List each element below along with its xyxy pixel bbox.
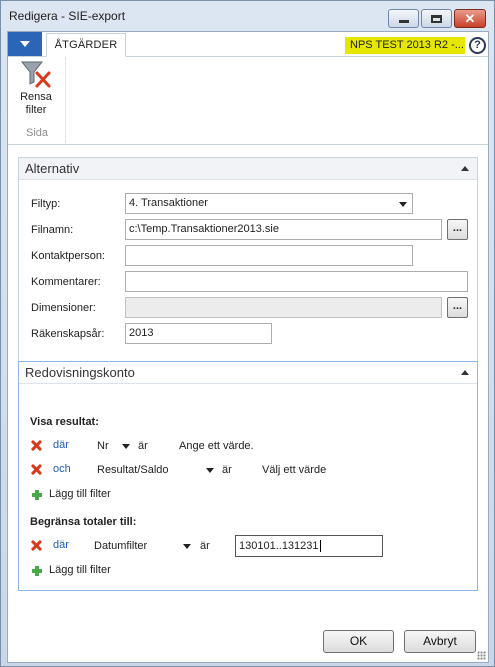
application-menu-button[interactable] [8, 32, 42, 56]
fasttab-redovisningskonto-header[interactable]: Redovisningskonto [19, 362, 477, 384]
filnamn-browse-button[interactable]: ... [447, 219, 468, 240]
kommentarer-label: Kommentarer: [31, 276, 101, 288]
filter-conjunction: där [53, 539, 69, 551]
tab-atgarder[interactable]: ÅTGÄRDER [46, 33, 126, 57]
clear-filter-label-1: Rensa [20, 91, 52, 103]
begransa-totaler-title: Begränsa totaler till: [30, 516, 137, 528]
chevron-down-icon[interactable] [206, 468, 214, 473]
filter-conjunction: där [53, 439, 69, 451]
minimize-button[interactable] [388, 9, 419, 28]
dialog-content: ÅTGÄRDER NPS TEST 2013 R2 -... ? Rensa f… [7, 31, 489, 663]
ribbon-tab-bar: ÅTGÄRDER NPS TEST 2013 R2 -... ? [8, 32, 488, 57]
close-button[interactable]: ✕ [454, 9, 486, 28]
company-badge: NPS TEST 2013 R2 -... [345, 37, 465, 54]
clear-filter-button[interactable]: Rensa filter [14, 59, 58, 121]
remove-filter-icon[interactable] [31, 440, 42, 451]
filter-field-datumfilter[interactable]: Datumfilter [94, 540, 147, 552]
filtyp-label: Filtyp: [31, 198, 61, 210]
fasttab-title: Redovisningskonto [25, 365, 135, 380]
datumfilter-value-input[interactable]: 130101..131231 [235, 535, 383, 557]
filter-value[interactable]: Ange ett värde. [179, 440, 254, 452]
dimensioner-browse-button[interactable]: ... [447, 297, 468, 318]
cancel-button[interactable]: Avbryt [404, 630, 476, 653]
help-icon[interactable]: ? [469, 37, 486, 54]
text-cursor [319, 540, 321, 553]
dimensioner-field [125, 297, 442, 318]
filnamn-label: Filnamn: [31, 224, 74, 236]
kommentarer-field[interactable] [125, 271, 468, 292]
chevron-down-icon[interactable] [183, 544, 191, 549]
close-icon: ✕ [464, 11, 476, 26]
maximize-icon [431, 14, 442, 23]
remove-filter-icon[interactable] [31, 540, 42, 551]
dialog-window: Redigera - SIE-export ✕ ÅTGÄRDER NPS TES… [0, 0, 495, 667]
fasttab-redovisningskonto: Redovisningskonto Visa resultat: där Nr … [18, 361, 478, 591]
filter-operator: är [138, 440, 148, 452]
ribbon: Rensa filter Sida [8, 57, 488, 145]
filnamn-field[interactable]: c:\Temp.Transaktioner2013.sie [125, 219, 442, 240]
clear-filter-label-2: filter [25, 104, 47, 116]
ribbon-group-sida: Rensa filter Sida [8, 57, 66, 143]
chevron-up-icon[interactable] [461, 370, 469, 375]
minimize-icon [398, 19, 409, 23]
fasttab-alternativ-header[interactable]: Alternativ [19, 158, 477, 180]
datumfilter-value: 130101..131231 [239, 540, 319, 552]
fasttab-title: Alternativ [25, 161, 80, 176]
filter-conjunction: och [53, 463, 71, 475]
dimensioner-label: Dimensioner: [31, 302, 96, 314]
resize-grip-icon[interactable] [477, 651, 486, 660]
filter-field-nr[interactable]: Nr [97, 440, 109, 452]
window-title: Redigera - SIE-export [9, 9, 126, 23]
ok-button[interactable]: OK [323, 630, 394, 653]
rakenskapsar-field[interactable]: 2013 [125, 323, 272, 344]
filter-value[interactable]: Välj ett värde [262, 464, 326, 476]
ribbon-group-label: Sida [25, 127, 49, 139]
fasttab-alternativ: Alternativ Filtyp: 4. Transaktioner Filn… [18, 157, 478, 376]
add-filter-icon[interactable] [32, 566, 42, 576]
add-filter-link[interactable]: Lägg till filter [49, 488, 111, 500]
clear-filter-icon [20, 61, 51, 88]
add-filter-icon[interactable] [32, 490, 42, 500]
remove-filter-icon[interactable] [31, 464, 42, 475]
kontaktperson-label: Kontaktperson: [31, 250, 105, 262]
visa-resultat-title: Visa resultat: [30, 416, 99, 428]
chevron-down-icon [20, 41, 30, 47]
filtyp-value: 4. Transaktioner [129, 197, 208, 209]
maximize-button[interactable] [421, 9, 452, 28]
chevron-down-icon [399, 202, 407, 207]
kontaktperson-field[interactable] [125, 245, 413, 266]
title-bar: Redigera - SIE-export ✕ [1, 1, 494, 29]
filter-operator: är [200, 540, 210, 552]
add-filter-link[interactable]: Lägg till filter [49, 564, 111, 576]
chevron-up-icon[interactable] [461, 166, 469, 171]
filtyp-select[interactable]: 4. Transaktioner [125, 193, 413, 214]
rakenskapsar-label: Räkenskapsår: [31, 328, 105, 340]
chevron-down-icon[interactable] [122, 444, 130, 449]
filter-operator: är [222, 464, 232, 476]
filter-field-resultat-saldo[interactable]: Resultat/Saldo [97, 464, 169, 476]
